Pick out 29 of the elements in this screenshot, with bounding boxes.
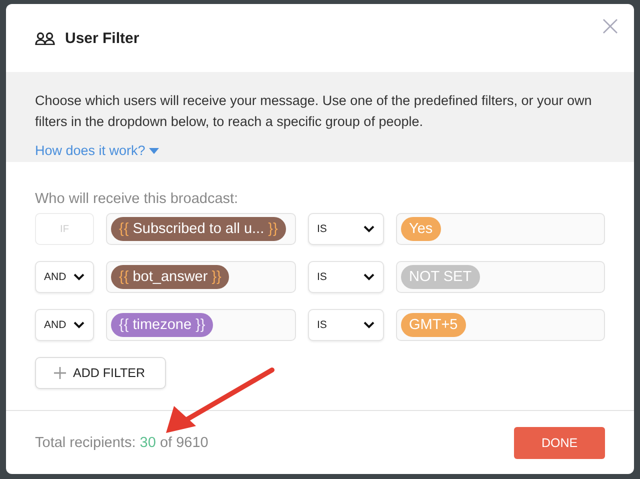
value-tag: GMT+5 [401,313,466,337]
value-tag: NOT SET [401,265,480,289]
chevron-icon [363,321,375,329]
operator-select[interactable]: IS [308,261,384,293]
operator-select[interactable]: IS [308,309,384,341]
variable-field[interactable]: {{ bot_answer }} [106,261,296,293]
variable-tag: {{ timezone }} [111,313,214,337]
operator-select[interactable]: IS [308,213,384,245]
filters-label: Who will receive this broadcast: [35,191,238,207]
recipients-total: Total recipients: 30 of 9610 [35,434,208,450]
chevron-icon [363,225,375,233]
chevron-icon [363,273,375,281]
variable-tag: {{ bot_answer }} [111,265,230,289]
done-button[interactable]: DONE [514,426,605,458]
intro-text: Choose which users will receive your message. Use one of the predefined filters, or your own filters in the dropdown below, to reach a specific group of people. [35,92,593,131]
variable-tag: {{ Subscribed to all u... }} [111,217,286,241]
variable-field[interactable]: {{ Subscribed to all u... }} [106,213,296,245]
connector-select[interactable]: AND [35,261,94,293]
connector-select[interactable]: AND [35,309,94,341]
plus-icon [54,367,66,379]
chevron-icon [73,273,85,281]
add-filter-button[interactable]: ADD FILTER [35,357,166,389]
caret-icon [149,148,160,154]
chevron-icon [73,321,85,329]
variable-field[interactable]: {{ timezone }} [106,309,296,341]
dialog-title: User Filter [65,30,140,46]
help-link[interactable]: How does it work? [35,143,160,158]
value-tag: Yes [401,217,441,241]
users-icon [35,32,55,44]
